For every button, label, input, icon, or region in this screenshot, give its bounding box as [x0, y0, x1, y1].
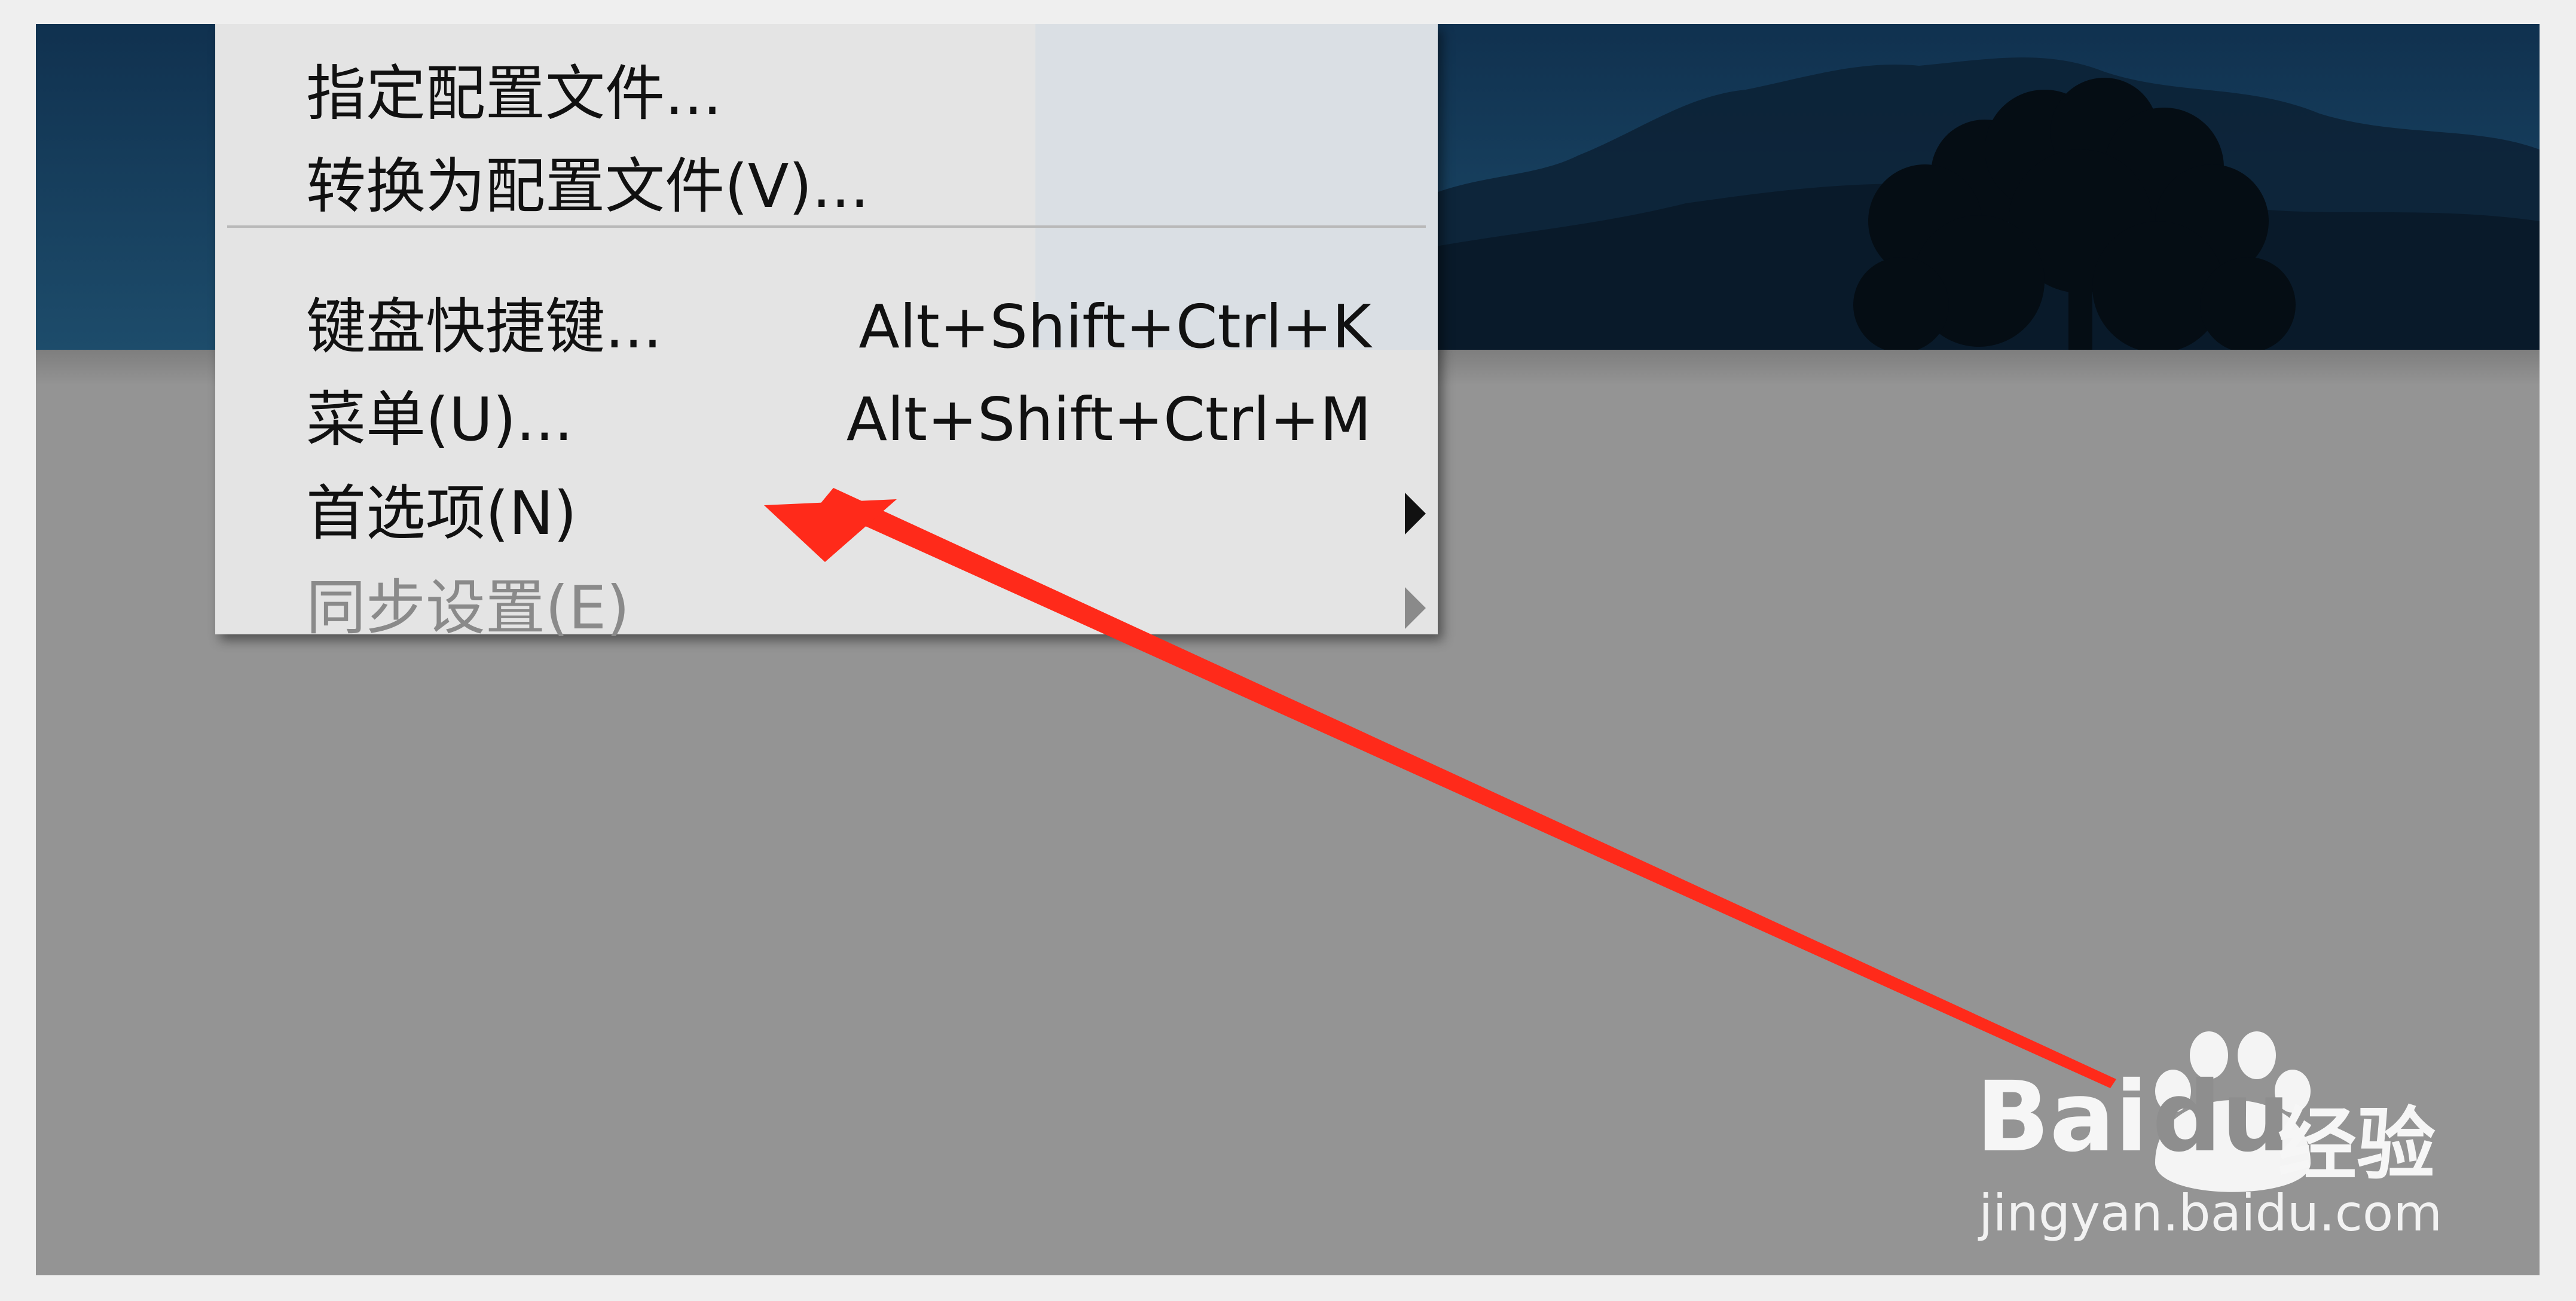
- canvas-area: 指定配置文件... 转换为配置文件(V)... 键盘快捷键... Alt+Shi…: [36, 24, 2540, 1275]
- watermark-brand-text: Bai: [1976, 1061, 2149, 1174]
- watermark-brand-cn: 经验: [2278, 1099, 2436, 1191]
- red-arrow-icon: [764, 488, 2116, 1088]
- watermark-url: jingyan.baidu.com: [1979, 1184, 2443, 1242]
- watermark-brand-paw-text: du: [2152, 1061, 2291, 1174]
